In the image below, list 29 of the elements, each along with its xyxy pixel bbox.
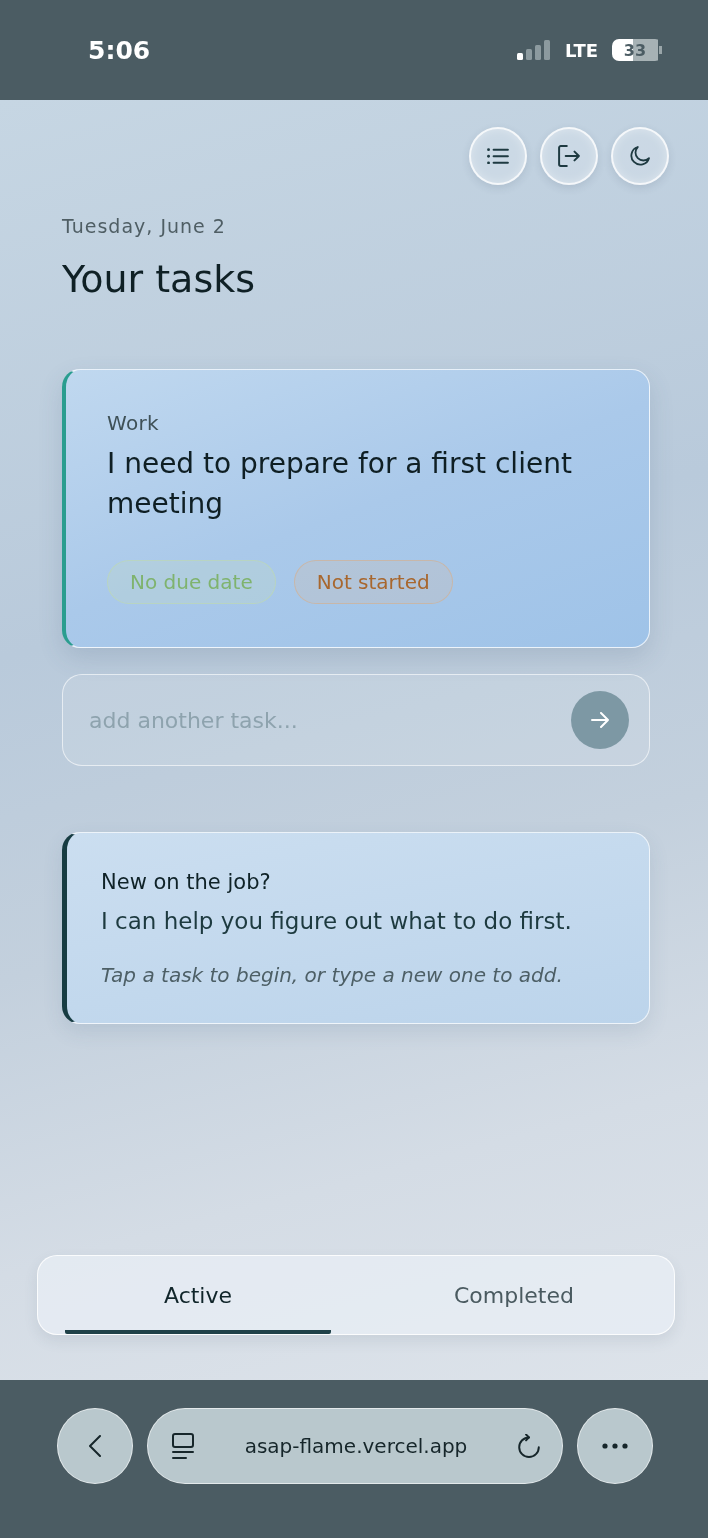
page-layout-icon: [172, 1433, 194, 1459]
help-text: I can help you figure out what to do first.: [101, 907, 573, 935]
arrow-right-icon: [591, 712, 609, 728]
moon-icon: [630, 146, 650, 166]
signal-icon: [516, 40, 551, 60]
task-title: I need to prepare for a first client meeting: [107, 446, 573, 522]
address-bar[interactable]: asap-flame.vercel.app: [147, 1408, 563, 1484]
reload-icon[interactable]: [518, 1434, 540, 1458]
date-label: Tuesday, June 2: [62, 215, 227, 237]
logout-icon: [558, 145, 580, 167]
logout-button[interactable]: [540, 127, 598, 185]
tab[interactable]: Completed: [381, 1256, 647, 1334]
theme-button[interactable]: [611, 127, 669, 185]
task-card[interactable]: Work I need to prepare for a first client meeting No due date Not started: [62, 369, 650, 648]
task-tag: Not started: [293, 560, 453, 604]
send-button[interactable]: [571, 691, 629, 749]
chevron-left-icon: [89, 1435, 101, 1457]
task-tag: No due date: [107, 560, 276, 604]
list-icon: [487, 147, 509, 165]
task-category: Work: [107, 411, 160, 435]
status-time: 5:06: [88, 35, 151, 65]
ellipsis-icon: [602, 1443, 628, 1449]
help-heading: New on the job?: [101, 869, 272, 895]
page-title: Your tasks: [62, 257, 256, 301]
network-label: LTE: [564, 39, 598, 61]
tab[interactable]: Active: [65, 1256, 331, 1334]
hint-text: Tap a task to begin, or type a new one to add.: [101, 963, 564, 987]
list-button[interactable]: [469, 127, 527, 185]
url-text: asap-flame.vercel.app: [244, 1434, 468, 1458]
